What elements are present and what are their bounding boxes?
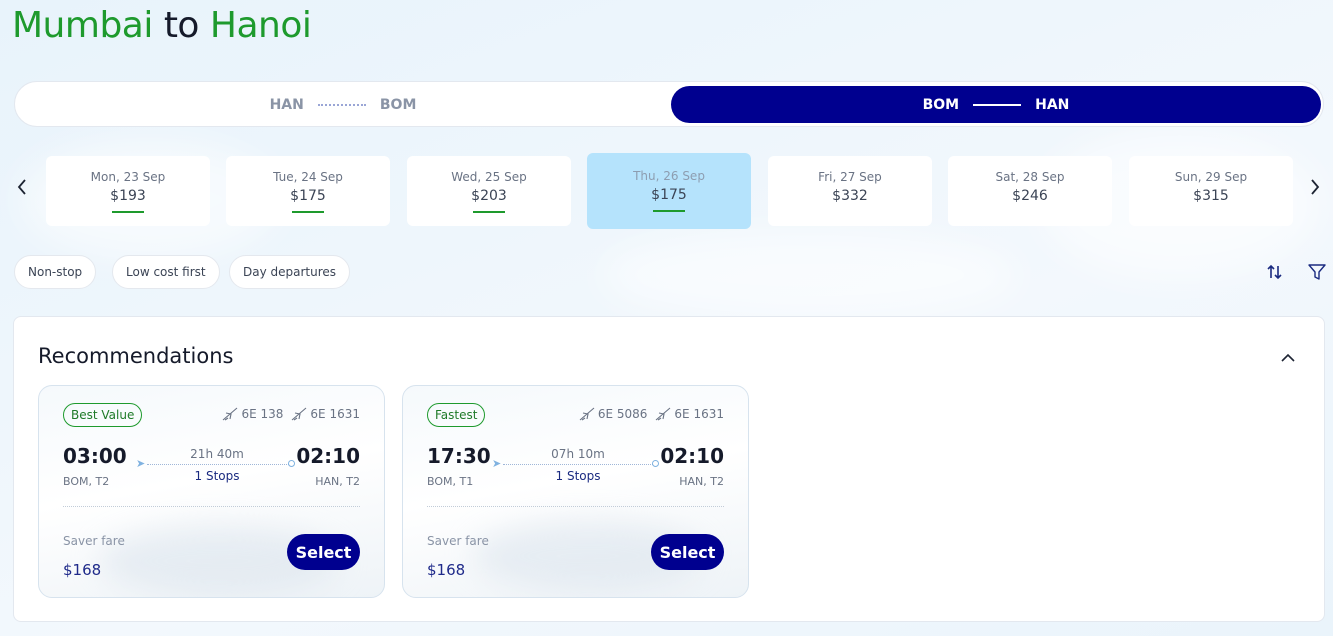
date-card-wed-25[interactable]: Wed, 25 Sep $203 <box>407 156 571 226</box>
departure-airport: BOM, T1 <box>427 475 474 488</box>
date-label: Tue, 24 Sep <box>273 170 343 184</box>
flight-number: 6E 5086 <box>597 407 648 421</box>
flight-card-best-value[interactable]: Best Value 6E 138 6E 1631 03:00 BOM, T2 … <box>38 385 385 598</box>
filter-chip-low-cost-first[interactable]: Low cost first <box>112 255 220 289</box>
arrival-time: 02:10 <box>296 444 360 468</box>
lowest-fare-indicator <box>112 211 144 213</box>
plane-icon <box>656 407 671 421</box>
date-price: $175 <box>290 188 326 204</box>
next-dates-chevron-right-icon[interactable] <box>1306 178 1324 202</box>
return-leg-to: BOM <box>379 96 417 113</box>
fastest-badge: Fastest <box>427 403 486 427</box>
date-label: Fri, 27 Sep <box>818 170 882 184</box>
date-label: Mon, 23 Sep <box>90 170 166 184</box>
direction-toggle: HAN BOM BOM HAN <box>14 81 1324 127</box>
date-price: $193 <box>110 188 146 204</box>
select-button[interactable]: Select <box>651 534 724 570</box>
date-card-tue-24[interactable]: Tue, 24 Sep $175 <box>226 156 390 226</box>
flight-card-fastest[interactable]: Fastest 6E 5086 6E 1631 17:30 BOM, T1 07… <box>402 385 749 598</box>
stops-count: 1 Stops <box>555 469 601 483</box>
lowest-fare-indicator <box>653 210 685 212</box>
fare-type: Saver fare <box>63 534 125 548</box>
date-price: $246 <box>1012 188 1048 204</box>
filter-funnel-icon[interactable] <box>1307 262 1327 282</box>
lowest-fare-indicator <box>473 211 505 213</box>
filter-chip-non-stop[interactable]: Non-stop <box>14 255 97 289</box>
flight-duration: 21h 40m <box>190 447 244 461</box>
arrival-time: 02:10 <box>660 444 724 468</box>
origin-city: Mumbai <box>12 5 153 46</box>
lowest-fare-indicator <box>292 211 324 213</box>
divider <box>63 506 360 507</box>
arrival-airport: HAN, T2 <box>679 475 724 488</box>
route-title: Mumbai to Hanoi <box>12 4 312 48</box>
route-plane-icon: ➤ <box>492 457 502 470</box>
date-price: $332 <box>832 188 868 204</box>
onward-leg-from: BOM <box>922 96 960 113</box>
route-end-dot <box>288 460 295 467</box>
date-card-sat-28[interactable]: Sat, 28 Sep $246 <box>948 156 1112 226</box>
fare-price: $168 <box>63 561 102 579</box>
route-connector: to <box>163 5 200 46</box>
date-label: Wed, 25 Sep <box>451 170 527 184</box>
flight-number: 6E 1631 <box>674 407 724 421</box>
collapse-chevron-up-icon[interactable] <box>1278 348 1298 368</box>
recommendations-title: Recommendations <box>38 344 234 368</box>
sort-icon[interactable] <box>1265 262 1285 282</box>
date-card-thu-26-selected[interactable]: Thu, 26 Sep $175 <box>587 153 751 229</box>
plane-icon <box>579 407 595 421</box>
arrival-airport: HAN, T2 <box>315 475 360 488</box>
filter-chip-day-departures[interactable]: Day departures <box>229 255 351 289</box>
fare-type: Saver fare <box>427 534 489 548</box>
flight-number: 6E 138 <box>241 407 284 421</box>
date-label: Sun, 29 Sep <box>1174 170 1248 184</box>
departure-airport: BOM, T2 <box>63 475 110 488</box>
stops-count: 1 Stops <box>194 469 240 483</box>
flight-duration: 07h 10m <box>551 447 605 461</box>
dotted-route-line <box>317 103 366 106</box>
date-label: Sat, 28 Sep <box>995 170 1065 184</box>
recommendations-panel: Recommendations Best Value 6E 138 6E 163… <box>13 316 1325 622</box>
divider <box>427 506 724 507</box>
date-price: $175 <box>651 187 687 203</box>
destination-city: Hanoi <box>209 5 312 46</box>
date-card-mon-23[interactable]: Mon, 23 Sep $193 <box>46 156 210 226</box>
route-dotted-line <box>503 464 653 465</box>
departure-time: 03:00 <box>63 444 127 468</box>
plane-icon <box>292 407 307 421</box>
date-card-sun-29[interactable]: Sun, 29 Sep $315 <box>1129 156 1293 226</box>
date-card-fri-27[interactable]: Fri, 27 Sep $332 <box>768 156 932 226</box>
prev-dates-chevron-left-icon[interactable] <box>13 178 31 202</box>
fare-price: $168 <box>427 561 466 579</box>
date-label: Thu, 26 Sep <box>633 169 705 183</box>
route-plane-icon: ➤ <box>136 457 146 470</box>
flight-numbers: 6E 138 6E 1631 <box>222 407 360 421</box>
route-dotted-line <box>147 464 289 465</box>
flight-number: 6E 1631 <box>310 407 360 421</box>
date-price: $315 <box>1193 188 1229 204</box>
route-end-dot <box>652 460 659 467</box>
date-price: $203 <box>471 188 507 204</box>
return-leg-from: HAN <box>269 96 304 113</box>
return-leg-option[interactable]: HAN BOM <box>19 86 667 123</box>
solid-route-line <box>973 103 1022 106</box>
background-cloud <box>600 230 1020 320</box>
best-value-badge: Best Value <box>63 403 143 427</box>
plane-icon <box>223 407 238 421</box>
onward-leg-to: HAN <box>1035 96 1070 113</box>
flight-numbers: 6E 5086 6E 1631 <box>579 407 724 421</box>
onward-leg-option[interactable]: BOM HAN <box>671 86 1321 123</box>
select-button[interactable]: Select <box>287 534 360 570</box>
departure-time: 17:30 <box>427 444 491 468</box>
